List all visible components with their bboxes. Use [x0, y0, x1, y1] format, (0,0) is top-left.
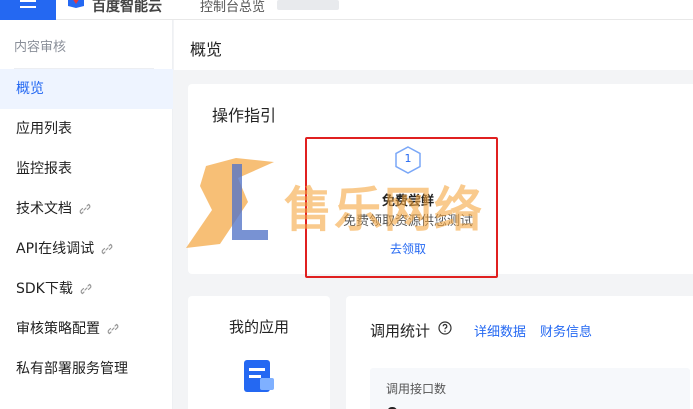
sidebar-item-review-policy[interactable]: 审核策略配置 — [0, 309, 173, 349]
sidebar-item-monitor-report[interactable]: 监控报表 — [0, 149, 173, 189]
guide-title: 操作指引 — [212, 106, 277, 125]
logo-text[interactable]: 百度智能云 — [92, 0, 162, 16]
sidebar-item-label: 审核策略配置 — [16, 321, 100, 337]
sidebar-item-api-debug[interactable]: API在线调试 — [0, 229, 173, 269]
sidebar-item-app-list[interactable]: 应用列表 — [0, 109, 173, 149]
cloud-logo-icon[interactable] — [66, 0, 86, 8]
region-selector[interactable] — [277, 0, 339, 10]
metric-value: 0 — [386, 404, 399, 409]
link-icon — [107, 323, 119, 335]
finance-info-link[interactable]: 财务信息 — [540, 321, 592, 340]
sidebar-item-sdk-download[interactable]: SDK下载 — [0, 269, 173, 309]
sidebar-item-overview[interactable]: 概览 — [0, 69, 173, 109]
sidebar-item-label: API在线调试 — [16, 241, 95, 257]
app-icon[interactable] — [242, 358, 278, 396]
link-icon — [101, 243, 113, 255]
sidebar-item-label: 私有部署服务管理 — [16, 361, 128, 377]
watermark-text: 售乐网络 — [284, 182, 484, 238]
call-stats-card: 调用统计 详细数据 财务信息 调用接口数 0 — [346, 296, 693, 409]
page-header: 概览 — [174, 20, 693, 70]
my-apps-card: 我的应用 — [188, 296, 330, 409]
metric-panel: 调用接口数 0 — [370, 368, 690, 409]
question-circle-icon[interactable] — [438, 321, 452, 335]
sidebar-section-title: 内容审核 — [14, 40, 67, 55]
sidebar-item-private-deploy[interactable]: 私有部署服务管理 — [0, 349, 173, 389]
detail-data-link[interactable]: 详细数据 — [474, 321, 526, 340]
hamburger-bar — [20, 6, 36, 8]
sidebar-item-tech-docs[interactable]: 技术文档 — [0, 189, 173, 229]
link-icon — [80, 283, 92, 295]
sidebar-item-label: 监控报表 — [16, 161, 72, 177]
sidebar-item-label: 概览 — [16, 81, 44, 97]
stats-title: 调用统计 — [370, 322, 431, 340]
metric-label: 调用接口数 — [386, 382, 447, 396]
sidebar-item-label: 应用列表 — [16, 121, 72, 137]
top-bar: 百度智能云 控制台总览 — [0, 0, 693, 20]
link-icon — [79, 203, 91, 215]
console-overview-link[interactable]: 控制台总览 — [200, 0, 265, 15]
sidebar: 内容审核 概览 应用列表 监控报表 技术文档 API在线调试 SDK下载 审核策… — [0, 20, 173, 409]
hamburger-bar — [20, 0, 36, 2]
page-title: 概览 — [190, 40, 223, 59]
sidebar-item-label: SDK下载 — [16, 281, 73, 297]
sidebar-item-label: 技术文档 — [16, 201, 72, 217]
menu-toggle-button[interactable] — [0, 0, 56, 20]
apps-title: 我的应用 — [228, 318, 289, 336]
watermark-logo: 售乐网络 — [186, 158, 484, 248]
